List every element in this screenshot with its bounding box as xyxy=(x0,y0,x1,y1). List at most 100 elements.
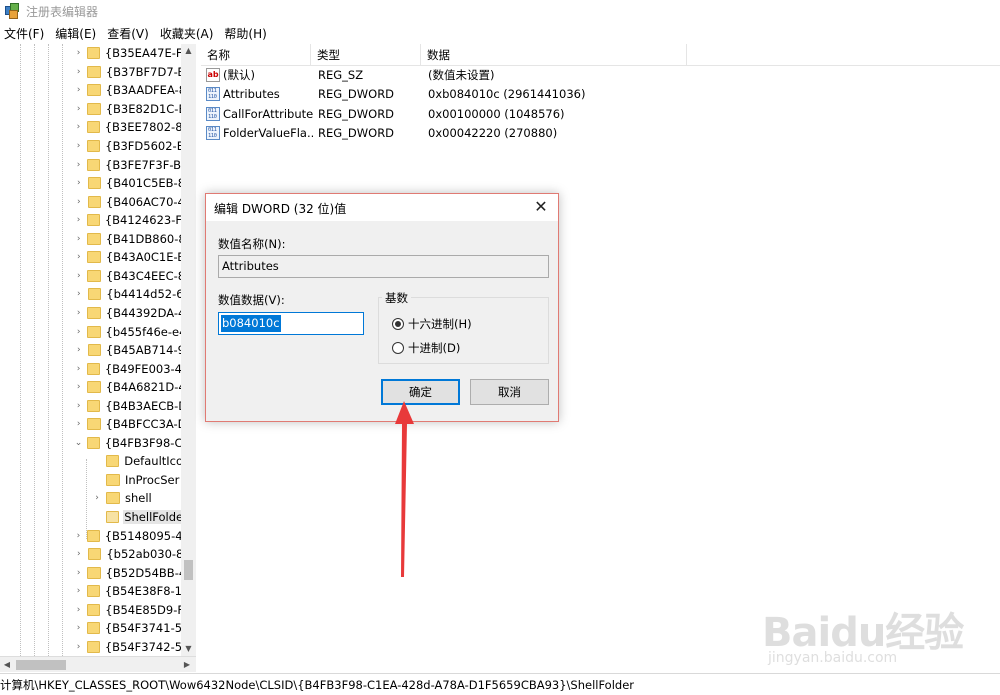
tree-item[interactable]: › {B3AADFEA-8 xyxy=(0,81,182,100)
chevron-right-icon[interactable]: › xyxy=(74,642,83,652)
tree-item-label: {B43C4EEC-8 xyxy=(105,268,182,283)
folder-icon xyxy=(87,158,101,171)
chevron-right-icon[interactable]: › xyxy=(74,345,84,355)
tree-item[interactable]: › {B43C4EEC-8 xyxy=(0,267,182,286)
tree-item[interactable]: › {B3EE7802-82 xyxy=(0,118,182,137)
tree-item[interactable]: › {B52D54BB-4 xyxy=(0,563,182,582)
tree-item[interactable]: › {B49FE003-49 xyxy=(0,359,182,378)
chevron-right-icon[interactable]: › xyxy=(74,401,83,411)
tree-item[interactable]: › {B43A0C1E-B xyxy=(0,248,182,267)
scroll-right-arrow-icon[interactable]: ▶ xyxy=(180,657,194,673)
chevron-right-icon[interactable]: › xyxy=(74,531,83,541)
tree-item[interactable]: › {B54E85D9-FI xyxy=(0,601,182,620)
chevron-right-icon[interactable]: › xyxy=(74,382,83,392)
chevron-right-icon[interactable]: › xyxy=(74,104,83,114)
string-value-icon: ab xyxy=(206,68,220,82)
chevron-right-icon[interactable]: › xyxy=(74,271,83,281)
menu-help[interactable]: 帮助(H) xyxy=(220,25,273,42)
tree-item[interactable]: › {B54E38F8-17 xyxy=(0,582,182,601)
chevron-right-icon[interactable]: › xyxy=(74,178,84,188)
chevron-right-icon[interactable]: › xyxy=(74,568,83,578)
tree-item[interactable]: › {B45AB714-9 xyxy=(0,341,182,360)
scroll-down-arrow-icon[interactable]: ▼ xyxy=(181,642,196,656)
tree-item[interactable]: › shell xyxy=(0,489,182,508)
tree-item-label: {b52ab030-8 xyxy=(106,547,183,562)
chevron-right-icon[interactable]: › xyxy=(74,234,83,244)
folder-icon xyxy=(87,102,101,115)
scroll-up-arrow-icon[interactable]: ▲ xyxy=(181,44,196,58)
tree-item-label: DefaultIco xyxy=(124,454,182,469)
chevron-right-icon[interactable]: › xyxy=(74,67,83,77)
chevron-right-icon[interactable]: › xyxy=(74,160,83,170)
value-data-input[interactable]: b084010c xyxy=(218,312,364,335)
ok-button[interactable]: 确定 xyxy=(381,379,460,405)
chevron-down-icon[interactable]: ⌄ xyxy=(74,438,83,448)
tree-item[interactable]: › {B401C5EB-8 xyxy=(0,174,182,193)
tree-item[interactable]: › {B406AC70-4 xyxy=(0,192,182,211)
chevron-right-icon[interactable]: › xyxy=(74,141,83,151)
menu-favorites[interactable]: 收藏夹(A) xyxy=(156,25,221,42)
tree-item[interactable]: › {b4414d52-6 xyxy=(0,285,182,304)
column-header-name[interactable]: 名称 xyxy=(201,44,311,66)
chevron-right-icon[interactable]: › xyxy=(74,48,83,58)
hscrollbar-thumb[interactable] xyxy=(16,660,66,670)
column-header-data[interactable]: 数据 xyxy=(421,44,687,66)
chevron-right-icon[interactable]: › xyxy=(74,85,83,95)
chevron-right-icon[interactable]: › xyxy=(74,327,83,337)
menu-file[interactable]: 文件(F) xyxy=(0,25,51,42)
menu-view[interactable]: 查看(V) xyxy=(103,25,156,42)
column-header-type[interactable]: 类型 xyxy=(311,44,421,66)
chevron-right-icon[interactable]: › xyxy=(74,122,83,132)
tree-item[interactable]: DefaultIco xyxy=(0,452,182,471)
chevron-right-icon[interactable]: › xyxy=(74,197,84,207)
chevron-right-icon[interactable]: › xyxy=(74,252,83,262)
tree-item[interactable]: › {B4BFCC3A-D xyxy=(0,415,182,434)
tree-item[interactable]: › {B3FD5602-EI xyxy=(0,137,182,156)
chevron-right-icon[interactable]: › xyxy=(74,623,83,633)
folder-icon xyxy=(87,84,101,97)
tree-item-label: {B401C5EB-8 xyxy=(105,176,182,191)
chevron-right-icon[interactable]: › xyxy=(74,586,83,596)
tree-item[interactable]: › {B44392DA-4 xyxy=(0,304,182,323)
chevron-right-icon[interactable]: › xyxy=(74,215,83,225)
tree-item[interactable]: › {B54F3742-5E xyxy=(0,638,182,656)
tree-item[interactable]: › {B4B3AECB-D xyxy=(0,396,182,415)
tree-item[interactable]: ShellFolde xyxy=(0,508,182,527)
chevron-right-icon[interactable]: › xyxy=(74,364,83,374)
close-icon[interactable]: ✕ xyxy=(528,195,554,219)
tree-item[interactable]: › {B37BF7D7-B xyxy=(0,63,182,82)
tree-item[interactable]: › {B4124623-F0 xyxy=(0,211,182,230)
value-row[interactable]: 011 110 Attributes REG_DWORD 0xb084010c (29… xyxy=(201,85,1000,104)
value-row[interactable]: 011 110 FolderValueFla... REG_DWORD 0x00042… xyxy=(201,124,1000,143)
registry-key-tree[interactable]: › {B35EA47E-FA › {B37BF7D7-B › {B3AADFEA-8 › {B… xyxy=(0,44,196,656)
tree-item[interactable]: › {B5148095-48 xyxy=(0,526,182,545)
folder-icon xyxy=(87,622,100,635)
radio-decimal[interactable]: 十进制(D) xyxy=(392,340,460,356)
chevron-right-icon[interactable]: › xyxy=(92,493,102,503)
tree-item[interactable]: › {b455f46e-e4 xyxy=(0,322,182,341)
tree-item[interactable]: ⌄ {B4FB3F98-C1 xyxy=(0,434,182,453)
tree-item[interactable]: › {B41DB860-8 xyxy=(0,230,182,249)
chevron-right-icon[interactable]: › xyxy=(74,549,84,559)
chevron-right-icon[interactable]: › xyxy=(74,308,83,318)
tree-item[interactable]: › {B54F3741-5E xyxy=(0,619,182,638)
tree-item[interactable]: › {b52ab030-8 xyxy=(0,545,182,564)
chevron-right-icon[interactable]: › xyxy=(74,419,83,429)
radio-hexadecimal[interactable]: 十六进制(H) xyxy=(392,316,472,332)
chevron-right-icon[interactable]: › xyxy=(74,605,83,615)
value-row[interactable]: 011 110 CallForAttributes REG_DWORD 0x00100… xyxy=(201,105,1000,124)
menu-edit[interactable]: 编辑(E) xyxy=(51,25,103,42)
tree-item[interactable]: › {B3E82D1C-E xyxy=(0,100,182,119)
tree-horizontal-scrollbar[interactable]: ◀ ▶ xyxy=(0,656,196,672)
tree-item[interactable]: InProcSer xyxy=(0,471,182,490)
tree-item[interactable]: › {B4A6821D-4 xyxy=(0,378,182,397)
tree-vertical-scrollbar[interactable]: ▲ ▼ xyxy=(181,44,196,656)
tree-item[interactable]: › {B35EA47E-FA xyxy=(0,44,182,63)
value-type: REG_DWORD xyxy=(318,106,395,121)
scrollbar-thumb[interactable] xyxy=(184,560,193,580)
chevron-right-icon[interactable]: › xyxy=(74,289,84,299)
scroll-left-arrow-icon[interactable]: ◀ xyxy=(0,657,14,673)
value-row[interactable]: ab (默认) REG_SZ (数值未设置) xyxy=(201,66,1000,85)
cancel-button[interactable]: 取消 xyxy=(470,379,549,405)
tree-item[interactable]: › {B3FE7F3F-B1 xyxy=(0,155,182,174)
